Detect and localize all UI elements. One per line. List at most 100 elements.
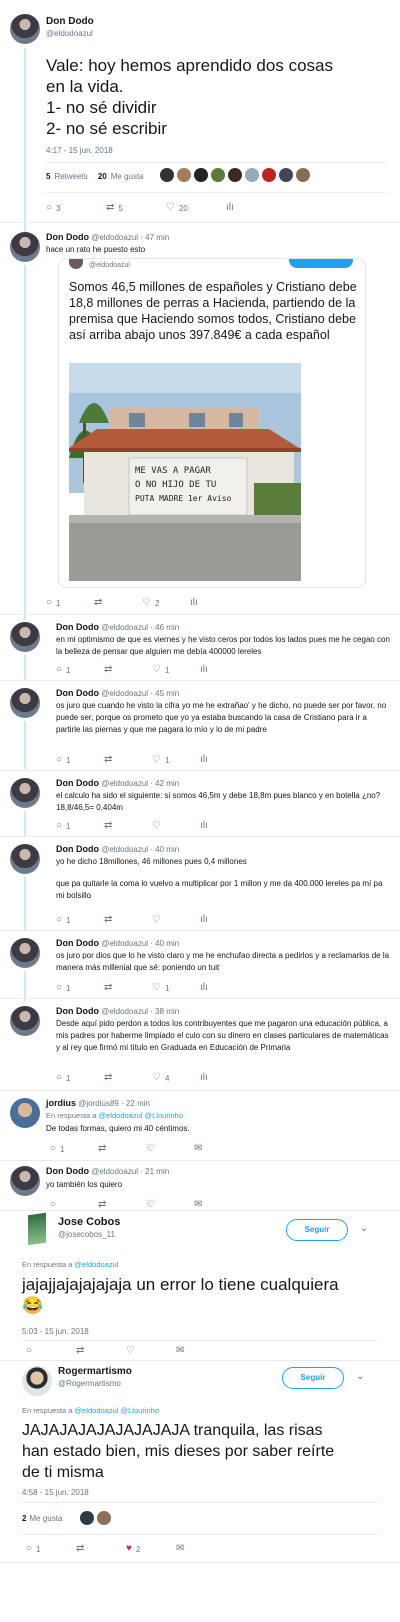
tweet-time[interactable]: · 38 min (150, 1007, 179, 1016)
author-name[interactable]: Don Dodo (46, 1166, 89, 1176)
tweet-time[interactable]: · 40 min (150, 845, 179, 854)
avatar[interactable] (262, 168, 276, 182)
avatar[interactable] (296, 168, 310, 182)
avatar[interactable] (10, 622, 40, 652)
retweet-button[interactable]: ⇄ (104, 915, 152, 925)
avatar[interactable] (10, 14, 40, 44)
avatar[interactable] (279, 168, 293, 182)
like-count[interactable]: 20 (98, 172, 107, 181)
avatar[interactable] (28, 1212, 46, 1246)
analytics-button[interactable]: ılı (200, 983, 240, 993)
thread-tweet[interactable]: Don Dodo @eldodoazul · 42 min el calculo… (56, 778, 390, 814)
author-name[interactable]: Jose Cobos (58, 1216, 120, 1228)
reply-tweet[interactable]: Don Dodo @eldodoazul · 21 min yo también… (46, 1166, 386, 1191)
message-button[interactable]: ✉ (194, 1144, 234, 1154)
reply-button[interactable]: ○ 1 (56, 983, 104, 993)
message-button[interactable]: ✉ (176, 1544, 216, 1554)
like-label[interactable]: Me gusta (111, 172, 144, 181)
thread-tweet[interactable]: Don Dodo @eldodoazul · 47 min hace un ra… (46, 232, 386, 256)
tweet-timestamp[interactable]: 4:17 - 15 jun. 2018 (46, 146, 113, 155)
author-name[interactable]: Don Dodo (56, 688, 99, 698)
like-button[interactable]: ♡ (126, 1346, 176, 1356)
reply-button[interactable]: ○ 1 (26, 1544, 76, 1554)
retweet-button[interactable]: ⇄ (104, 755, 152, 765)
retweet-button[interactable]: ⇄ (94, 598, 142, 608)
reply-button[interactable]: ○ 1 (50, 1144, 98, 1154)
author-name[interactable]: Don Dodo (56, 1006, 99, 1016)
avatar[interactable] (177, 168, 191, 182)
reply-to-link[interactable]: @eldodoazul @Llourinho (99, 1111, 183, 1120)
reply-button[interactable]: ○ (26, 1346, 76, 1356)
retweet-count[interactable]: 5 (46, 172, 50, 181)
avatar[interactable] (10, 232, 40, 262)
like-button[interactable]: ♡ (146, 1144, 194, 1154)
analytics-button[interactable]: ılı (200, 915, 240, 925)
retweet-button[interactable]: ⇄ (98, 1144, 146, 1154)
avatar[interactable] (10, 1098, 40, 1128)
retweet-button[interactable]: ⇄ 5 (106, 203, 166, 213)
tweet-time[interactable]: · 45 min (150, 689, 179, 698)
like-button[interactable]: ♡ 2 (142, 598, 190, 608)
author-handle[interactable]: @eldodoazul (101, 845, 148, 854)
thread-tweet[interactable]: Don Dodo @eldodoazul · 40 min yo he dich… (56, 844, 390, 902)
author-handle[interactable]: @eldodoazul (101, 939, 148, 948)
reply-button[interactable]: ○ 1 (56, 665, 104, 675)
reply-button[interactable]: ○ 1 (46, 598, 94, 608)
retweet-button[interactable]: ⇄ (104, 983, 152, 993)
like-button[interactable]: ♡ (152, 915, 200, 925)
avatar[interactable] (211, 168, 225, 182)
analytics-button[interactable]: ılı (200, 821, 240, 831)
analytics-button[interactable]: ılı (200, 755, 240, 765)
analytics-button[interactable]: ılı (200, 1073, 240, 1083)
chevron-down-icon[interactable]: ⌄ (356, 1371, 364, 1382)
avatar[interactable] (10, 688, 40, 718)
author-name[interactable]: Don Dodo (56, 622, 99, 632)
tweet-timestamp[interactable]: 4:58 - 15 jun. 2018 (22, 1488, 89, 1497)
author-name[interactable]: jordius (46, 1098, 76, 1108)
avatar[interactable] (10, 1166, 40, 1196)
reply-to-link[interactable]: @eldodoazul (75, 1260, 119, 1269)
like-button[interactable]: ♡ 1 (152, 755, 200, 765)
tweet-time[interactable]: · 22 min (121, 1099, 150, 1108)
author-name[interactable]: Rogermartismo (58, 1366, 132, 1377)
avatar[interactable] (228, 168, 242, 182)
like-button[interactable]: ♡ 1 (152, 665, 200, 675)
author-handle[interactable]: @eldodoazul (101, 1007, 148, 1016)
author-handle[interactable]: @eldodoazul (91, 233, 138, 242)
reply-button[interactable]: ○ 3 (46, 203, 106, 213)
thread-tweet[interactable]: Don Dodo @eldodoazul · 40 min os juro po… (56, 938, 390, 974)
like-button[interactable]: ♡ (152, 821, 200, 831)
thread-tweet[interactable]: Don Dodo @eldodoazul · 38 min Desde aquí… (56, 1006, 390, 1054)
reply-button[interactable]: ○ 1 (56, 1073, 104, 1083)
author-name[interactable]: Don Dodo (46, 16, 94, 27)
analytics-button[interactable]: ılı (190, 598, 230, 608)
tweet-time[interactable]: · 47 min (140, 233, 169, 242)
retweet-button[interactable]: ⇄ (76, 1346, 126, 1356)
avatar[interactable] (10, 844, 40, 874)
author-handle[interactable]: @eldodoazul (101, 623, 148, 632)
author-name[interactable]: Don Dodo (56, 844, 99, 854)
reply-button[interactable]: ○ 1 (56, 821, 104, 831)
like-label[interactable]: Me gusta (29, 1514, 62, 1523)
author-name[interactable]: Don Dodo (56, 938, 99, 948)
avatar[interactable] (245, 168, 259, 182)
reply-button[interactable]: ○ 1 (56, 755, 104, 765)
retweet-label[interactable]: Retweets (54, 172, 87, 181)
tweet-timestamp[interactable]: 5:03 - 15 jun. 2018 (22, 1327, 89, 1336)
thread-tweet[interactable]: Don Dodo @eldodoazul · 45 min os juro qu… (56, 688, 390, 736)
retweet-button[interactable]: ⇄ (104, 1073, 152, 1083)
avatar[interactable] (10, 778, 40, 808)
like-button[interactable]: ♡ 4 (152, 1073, 200, 1083)
thread-tweet[interactable]: Don Dodo @eldodoazul · 46 min en mi opti… (56, 622, 390, 658)
avatar[interactable] (80, 1511, 94, 1525)
like-button[interactable]: ♡ 1 (152, 983, 200, 993)
analytics-button[interactable]: ılı (200, 665, 240, 675)
reply-tweet[interactable]: jordius @jordius89 · 22 min En respuesta… (46, 1098, 386, 1135)
author-name[interactable]: Don Dodo (46, 232, 89, 242)
avatar[interactable] (160, 168, 174, 182)
avatar[interactable] (194, 168, 208, 182)
like-button[interactable]: ♡ (146, 1200, 194, 1210)
retweet-button[interactable]: ⇄ (104, 665, 152, 675)
like-button[interactable]: ♥ 2 (126, 1544, 176, 1554)
like-button[interactable]: ♡ 20 (166, 203, 226, 213)
